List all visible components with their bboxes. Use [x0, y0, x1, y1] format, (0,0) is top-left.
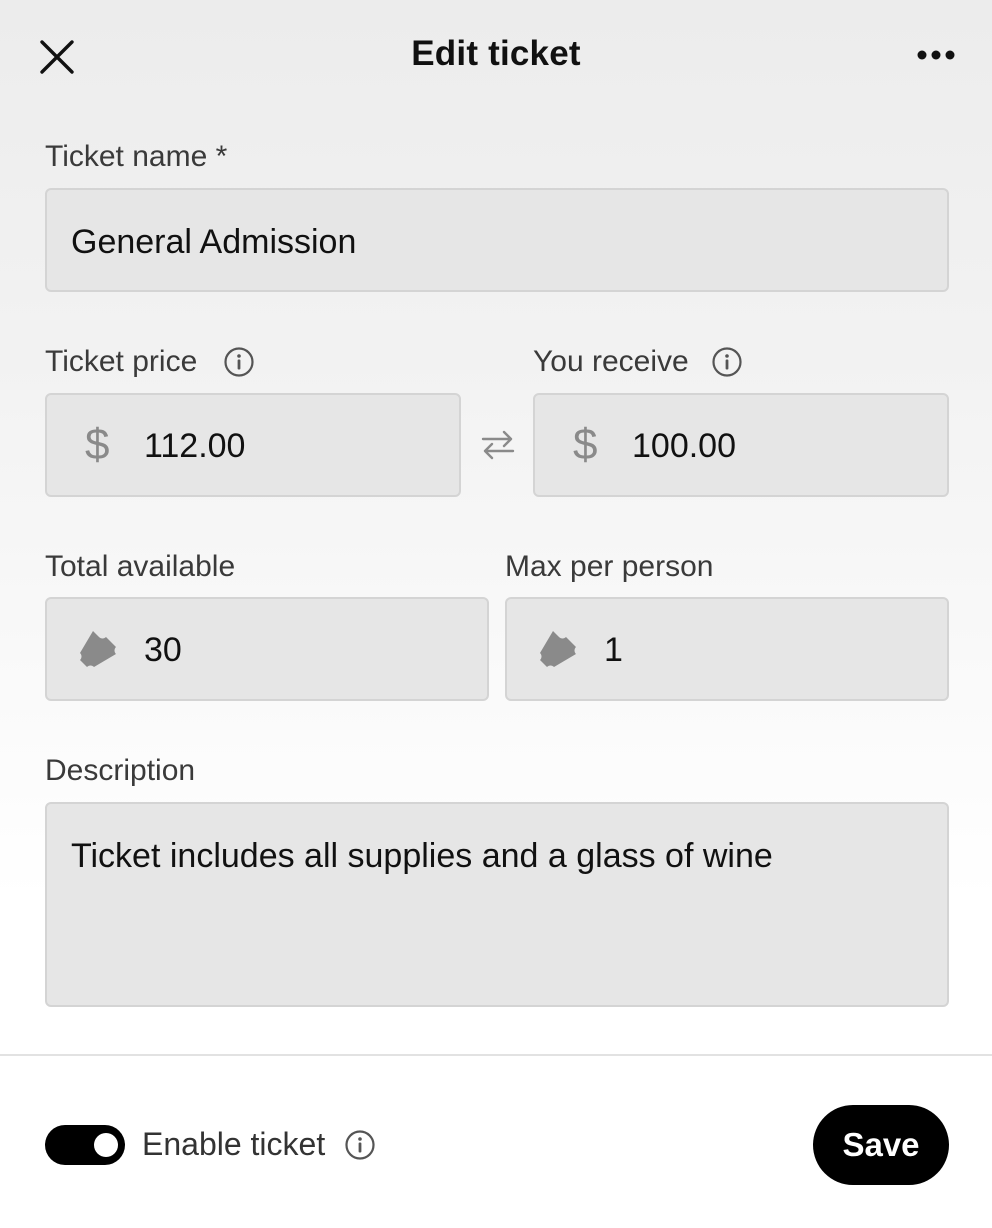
info-icon[interactable] [223, 346, 255, 378]
ticket-name-value: General Admission [71, 223, 357, 261]
dollar-icon: $ [85, 420, 110, 469]
you-receive-value: 100.00 [632, 427, 736, 465]
description-value: Ticket includes all supplies and a glass… [71, 837, 773, 875]
you-receive-label: You receive [533, 345, 689, 378]
total-available-field[interactable]: 30 [45, 597, 489, 701]
ticket-icon [80, 631, 116, 667]
total-available-label: Total available [45, 550, 236, 583]
max-per-person-value: 1 [604, 631, 623, 669]
ticket-price-label: Ticket price [45, 345, 198, 378]
info-icon[interactable] [711, 346, 743, 378]
info-icon[interactable] [344, 1129, 376, 1161]
swap-arrows-icon[interactable] [480, 428, 516, 462]
ticket-price-value: 112.00 [144, 427, 246, 465]
max-per-person-field[interactable]: 1 [505, 597, 949, 701]
toggle-knob [94, 1133, 118, 1157]
description-textarea[interactable]: Ticket includes all supplies and a glass… [45, 802, 949, 1007]
enable-ticket-label: Enable ticket [142, 1126, 326, 1162]
description-label: Description [45, 754, 196, 787]
header: Edit ticket [0, 0, 992, 110]
dollar-icon: $ [573, 420, 598, 469]
total-available-value: 30 [144, 631, 182, 669]
ticket-price-field[interactable]: $ 112.00 [45, 393, 461, 497]
save-button[interactable]: Save [813, 1105, 949, 1185]
page-title: Edit ticket [411, 34, 581, 73]
divider [0, 1054, 992, 1056]
ticket-icon [540, 631, 576, 667]
max-per-person-label: Max per person [505, 550, 714, 583]
ticket-name-label: Ticket name * [45, 140, 228, 173]
more-horizontal-icon[interactable] [916, 42, 956, 68]
edit-ticket-panel: Edit ticket Ticket name * General Admiss… [0, 0, 992, 1228]
ticket-name-field[interactable]: General Admission [45, 188, 949, 292]
enable-ticket-toggle[interactable] [45, 1125, 125, 1165]
you-receive-field[interactable]: $ 100.00 [533, 393, 949, 497]
